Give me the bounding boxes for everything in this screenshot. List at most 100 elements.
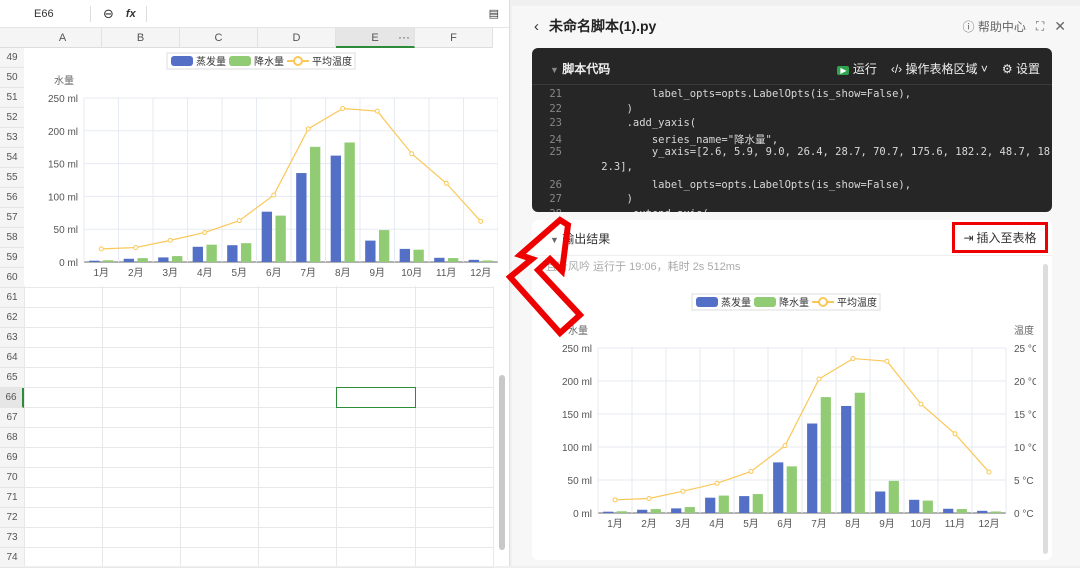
row-header-60[interactable]: 60	[0, 268, 24, 288]
code-text: series_name="降水量",	[576, 133, 779, 146]
row-header-63[interactable]: 63	[0, 328, 24, 348]
row-header-57[interactable]: 57	[0, 208, 24, 228]
y-tick-label: 200 ml	[48, 127, 78, 138]
row-header-66[interactable]: 66	[0, 388, 24, 408]
row-header-53[interactable]: 53	[0, 128, 24, 148]
help-icon: ⓘ	[962, 20, 975, 34]
temperature-point	[236, 218, 242, 224]
bar-evaporation	[909, 499, 920, 513]
code-editor[interactable]: ▼ 脚本代码 ▶ 运行 ‹/› 操作表格区域 ˅ ⚙ 设置 21 label_o…	[532, 48, 1052, 212]
row-header-51[interactable]: 51	[0, 88, 24, 108]
bar-precipitation	[718, 495, 729, 513]
bar-evaporation	[807, 423, 818, 513]
sheet-chart[interactable]: 蒸发量 降水量 平均温度水量 0 ml 50 ml 100 ml 150 ml 200 ml 2…	[24, 48, 498, 286]
row-header-73[interactable]: 73	[0, 528, 24, 548]
fx-icon[interactable]: fx	[126, 8, 136, 20]
y-tick-label: 100 ml	[48, 192, 78, 203]
gear-icon: ⚙	[1001, 62, 1013, 76]
bar-precipitation	[171, 256, 183, 262]
cell-reference[interactable]: E66	[0, 8, 90, 20]
run-label: 运行	[852, 62, 877, 76]
temperature-point	[816, 376, 822, 382]
vertical-scrollbar[interactable]	[499, 375, 505, 550]
selected-cell[interactable]	[336, 387, 416, 408]
row-header-50[interactable]: 50	[0, 68, 24, 88]
row-header-69[interactable]: 69	[0, 448, 24, 468]
row-header-61[interactable]: 61	[0, 288, 24, 308]
y2-tick-label: 10 °C	[1014, 443, 1036, 454]
code-line: 24 series_name="降水量",	[532, 132, 778, 147]
close-icon[interactable]: ✕	[1054, 18, 1066, 35]
x-tick-label: 5月	[231, 267, 247, 279]
x-tick-label: 4月	[709, 518, 725, 530]
output-scrollbar[interactable]	[1043, 264, 1048, 554]
back-icon[interactable]: ‹	[534, 18, 539, 35]
insert-icon: ⇥	[963, 230, 974, 245]
column-header-D[interactable]: D	[258, 28, 336, 48]
row-header-59[interactable]: 59	[0, 248, 24, 268]
column-header-C[interactable]: C	[180, 28, 258, 48]
row-header-74[interactable]: 74	[0, 548, 24, 568]
settings-button[interactable]: ⚙ 设置	[1002, 60, 1040, 77]
temperature-point	[952, 431, 958, 437]
temperature-point	[340, 105, 346, 111]
red-arrow-annotation	[505, 216, 585, 338]
y-tick-label: 150 ml	[48, 160, 78, 171]
row-header-49[interactable]: 49	[0, 48, 24, 68]
row-header-64[interactable]: 64	[0, 348, 24, 368]
temperature-point	[98, 246, 104, 252]
y2-tick-label: 25 °C	[1014, 344, 1036, 355]
row-gridline	[24, 327, 494, 328]
x-tick-label: 2月	[641, 518, 657, 530]
row-header-67[interactable]: 67	[0, 408, 24, 428]
insert-to-sheet-button[interactable]: ⇥ 插入至表格	[952, 222, 1048, 253]
x-tick-label: 12月	[470, 267, 491, 279]
temperature-point	[133, 245, 139, 251]
y2-tick-label: 5 °C	[1014, 476, 1034, 487]
row-header-54[interactable]: 54	[0, 148, 24, 168]
bar-precipitation	[137, 258, 148, 262]
column-more-icon[interactable]: ···	[398, 28, 410, 46]
fullscreen-icon[interactable]: ⛶	[1036, 19, 1044, 34]
x-tick-label: 11月	[436, 267, 456, 279]
bar-evaporation	[89, 260, 100, 262]
x-tick-label: 9月	[369, 267, 385, 279]
bar-evaporation	[365, 240, 376, 262]
row-header-58[interactable]: 58	[0, 228, 24, 248]
operate-area-dropdown[interactable]: ‹/› 操作表格区域 ˅	[891, 60, 988, 77]
row-header-70[interactable]: 70	[0, 468, 24, 488]
bar-precipitation	[309, 146, 321, 262]
formula-panel-icon[interactable]: ▤	[489, 7, 499, 20]
row-gridline	[24, 527, 494, 528]
row-header-68[interactable]: 68	[0, 428, 24, 448]
row-header-56[interactable]: 56	[0, 188, 24, 208]
run-button[interactable]: ▶ 运行	[837, 60, 877, 77]
bar-precipitation	[650, 509, 661, 513]
x-tick-label: 6月	[777, 518, 793, 530]
row-gridline	[24, 367, 494, 368]
row-gridline	[24, 287, 494, 288]
bar-evaporation	[399, 248, 411, 262]
row-header-62[interactable]: 62	[0, 308, 24, 328]
temperature-point	[986, 469, 992, 475]
bar-precipitation	[413, 249, 424, 262]
column-header-A[interactable]: A	[24, 28, 102, 48]
bar-evaporation	[330, 155, 342, 262]
row-header-72[interactable]: 72	[0, 508, 24, 528]
row-header-55[interactable]: 55	[0, 168, 24, 188]
collapse-icon[interactable]: ▼	[550, 65, 559, 75]
settings-label: 设置	[1015, 62, 1040, 76]
x-tick-label: 3月	[162, 267, 178, 279]
line-number: 25	[549, 146, 562, 159]
legend-label-2: 平均温度	[312, 55, 352, 68]
code-text: )	[576, 102, 633, 115]
row-header-65[interactable]: 65	[0, 368, 24, 388]
row-header-71[interactable]: 71	[0, 488, 24, 508]
column-header-B[interactable]: B	[102, 28, 180, 48]
temperature-point	[680, 488, 686, 494]
row-header-52[interactable]: 52	[0, 108, 24, 128]
column-header-F[interactable]: F	[415, 28, 493, 48]
help-center-link[interactable]: ⓘ 帮助中心	[962, 18, 1025, 35]
zoom-icon[interactable]: ⊖	[103, 6, 114, 22]
row-gridline	[24, 547, 494, 548]
